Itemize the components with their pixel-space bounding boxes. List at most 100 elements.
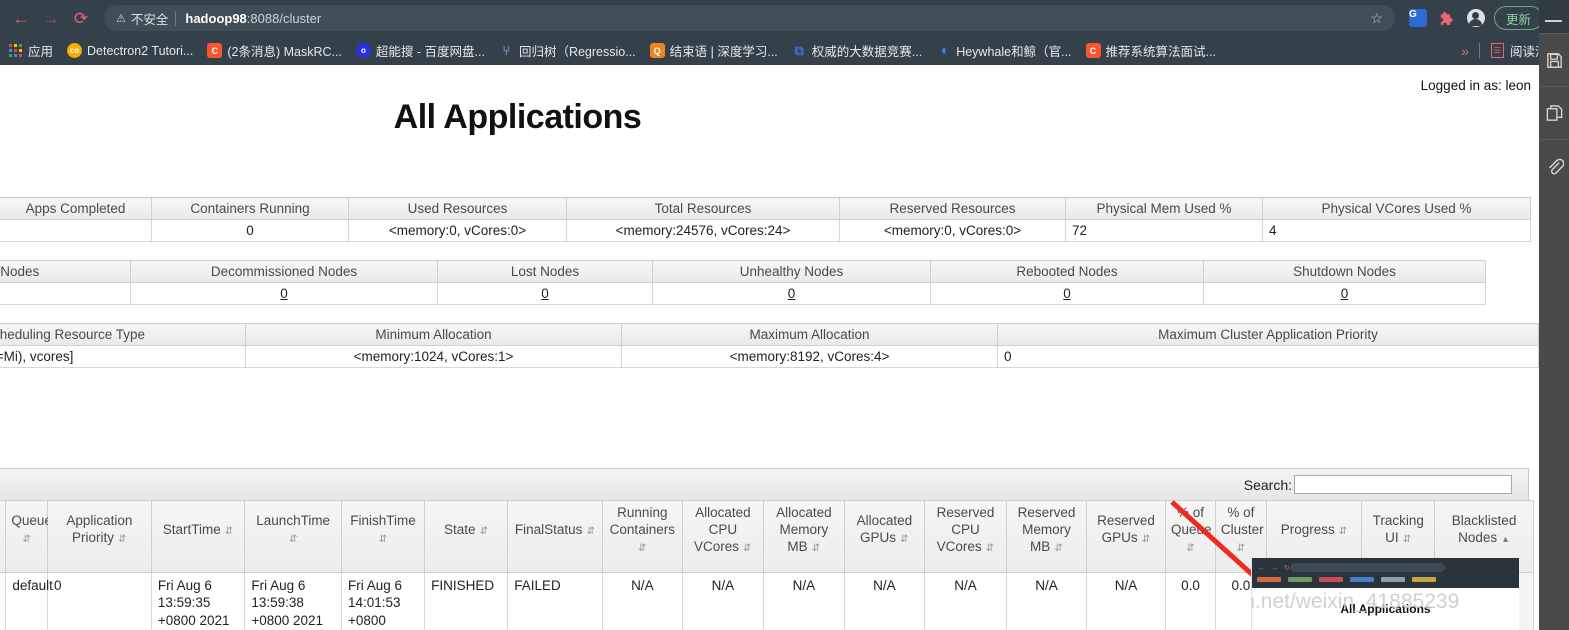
col-minimum-allocation[interactable]: Minimum Allocation <box>245 323 622 346</box>
col-reserved-memory-mb[interactable]: Reserved Memory MB ⇵ <box>1006 500 1088 573</box>
sort-indicator-asc: ▴ <box>1502 534 1508 546</box>
update-button[interactable]: 更新 <box>1493 6 1543 30</box>
col-start-time[interactable]: StartTime ⇵ <box>150 500 246 573</box>
table-header-row: Active Nodes Decommissioned Nodes Lost N… <box>0 260 1486 283</box>
col-physical-vcores-used[interactable]: Physical VCores Used % <box>1262 197 1531 220</box>
reload-button[interactable]: ⟳ <box>68 5 94 31</box>
baidu-icon: o <box>355 43 371 58</box>
col-allocated-gpus[interactable]: Allocated GPUs ⇵ <box>843 500 925 573</box>
col-max-cluster-app-priority[interactable]: Maximum Cluster Application Priority <box>997 323 1539 346</box>
col-maximum-allocation[interactable]: Maximum Allocation <box>621 323 998 346</box>
orange-icon: Q <box>649 43 665 58</box>
bookmarks-bar: 应用 co Detectron2 Tutori... C (2条消息) Mask… <box>0 36 1569 65</box>
sort-indicator: ⇵ <box>1236 542 1246 554</box>
table-row: 0 <memory:0, vCores:0> <memory:24576, vC… <box>0 219 1531 242</box>
cell-rebooted-nodes[interactable]: 0 <box>930 282 1204 305</box>
sort-indicator: ⇵ <box>378 534 388 546</box>
watermark-text: https://blog.csdn.net/weixin_41885239 <box>1252 590 1460 613</box>
bookmark-recsys-interview[interactable]: C 推荐系统算法面试... <box>1085 41 1216 60</box>
bookmark-baidupan[interactable]: o 超能搜 - 百度网盘... <box>355 41 485 60</box>
copy-icon[interactable] <box>1539 87 1569 140</box>
rail-top-tab[interactable] <box>1539 0 1569 34</box>
col-reserved-resources[interactable]: Reserved Resources <box>839 197 1066 220</box>
col-physical-mem-used[interactable]: Physical Mem Used % <box>1065 197 1263 220</box>
col-rebooted-nodes[interactable]: Rebooted Nodes <box>930 260 1204 283</box>
node-metrics-section: Active Nodes Decommissioned Nodes Lost N… <box>0 260 1539 305</box>
right-sidebar-rail <box>1539 0 1569 630</box>
cell-total-resources: <memory:24576, vCores:24> <box>566 219 840 242</box>
col-finish-time[interactable]: FinishTime ⇵ <box>340 500 426 573</box>
col-active-nodes[interactable]: Active Nodes <box>0 260 131 283</box>
browser-chrome: ← → ⟳ ⚠ 不安全 hadoop98:8088/cluster ☆ G 更新… <box>0 0 1569 65</box>
save-icon[interactable] <box>1539 34 1569 87</box>
col-lost-nodes[interactable]: Lost Nodes <box>437 260 653 283</box>
col-launch-time[interactable]: LaunchTime ⇵ <box>244 500 342 573</box>
rebooted-nodes-link[interactable]: 0 <box>1063 286 1071 301</box>
csdn-icon: C <box>207 43 223 58</box>
col-application-priority[interactable]: Application Priority ⇵ <box>46 500 152 573</box>
thumbnail-nav-icons: ← → ↻ <box>1258 565 1292 572</box>
profile-avatar-icon[interactable] <box>1464 6 1488 30</box>
col-reserved-gpus[interactable]: Reserved GPUs ⇵ <box>1086 500 1167 573</box>
col-allocated-memory-mb[interactable]: Allocated Memory MB ⇵ <box>762 500 845 573</box>
bookmark-label: 应用 <box>28 45 54 59</box>
col-reserved-cpu-vcores[interactable]: Reserved CPU VCores ⇵ <box>923 500 1008 573</box>
cell-finish-time: Fri Aug 6 14:01:53 +0800 2021 <box>340 571 426 630</box>
cell-apps-completed <box>0 219 152 242</box>
cell-minimum-allocation: <memory:1024, vCores:1> <box>245 345 622 368</box>
cell-pct-of-queue: 0.0 <box>1165 571 1216 630</box>
bookmark-label: Heywhale和鲸（官... <box>956 45 1072 59</box>
bookmarks-overflow-icon[interactable]: » <box>1461 43 1469 59</box>
decommissioned-nodes-link[interactable]: 0 <box>280 286 288 301</box>
bookmark-label: 结束语 | 深度学习... <box>669 45 778 59</box>
insecure-label: 不安全 <box>130 12 169 27</box>
col-state[interactable]: State ⇵ <box>424 500 509 573</box>
sd-icon: ⧉ <box>794 42 804 58</box>
col-shutdown-nodes[interactable]: Shutdown Nodes <box>1203 260 1486 283</box>
col-containers-running[interactable]: Containers Running <box>151 197 349 220</box>
col-pct-of-queue[interactable]: % of Queue ⇵ <box>1165 500 1216 573</box>
cell-shutdown-nodes[interactable]: 0 <box>1203 282 1486 305</box>
unhealthy-nodes-link[interactable]: 0 <box>788 286 796 301</box>
cluster-metrics-table: Apps Completed Containers Running Used R… <box>0 197 1531 242</box>
cell-lost-nodes[interactable]: 0 <box>437 282 653 305</box>
bookmark-deeplearning[interactable]: Q 结束语 | 深度学习... <box>649 41 778 60</box>
lost-nodes-link[interactable]: 0 <box>541 286 549 301</box>
col-unhealthy-nodes[interactable]: Unhealthy Nodes <box>652 260 931 283</box>
bookmark-bigdata-contest[interactable]: ⧉ 权威的大数据竞赛... <box>792 41 923 60</box>
search-input[interactable] <box>1294 475 1512 494</box>
cell-active-nodes <box>0 282 131 305</box>
cell-reserved-cpu-vcores: N/A <box>923 571 1008 630</box>
back-button[interactable]: ← <box>8 5 34 31</box>
address-bar[interactable]: ⚠ 不安全 hadoop98:8088/cluster ☆ <box>104 5 1395 31</box>
bookmark-star-icon[interactable]: ☆ <box>1370 10 1383 27</box>
col-scheduling-resource-type[interactable]: Scheduling Resource Type <box>0 323 246 346</box>
col-decommissioned-nodes[interactable]: Decommissioned Nodes <box>130 260 438 283</box>
cell-decommissioned-nodes[interactable]: 0 <box>130 282 438 305</box>
extensions-puzzle-icon[interactable] <box>1435 6 1459 30</box>
bookmark-heywhale[interactable]: ◖ Heywhale和鲸（官... <box>936 41 1071 60</box>
bookmark-apps[interactable]: 应用 <box>9 41 53 60</box>
col-total-resources[interactable]: Total Resources <box>566 197 840 220</box>
scheduler-metrics-table: Scheduling Resource Type Minimum Allocat… <box>0 323 1539 368</box>
col-apps-completed[interactable]: Apps Completed <box>0 197 152 220</box>
translate-extension-icon[interactable]: G <box>1406 6 1430 30</box>
sort-indicator: ⇵ <box>224 525 234 537</box>
shutdown-nodes-link[interactable]: 0 <box>1341 286 1349 301</box>
col-allocated-cpu-vcores[interactable]: Allocated CPU VCores ⇵ <box>681 500 764 573</box>
sort-indicator: ⇵ <box>638 542 647 554</box>
forward-button[interactable]: → <box>38 5 64 31</box>
col-queue[interactable]: Queue ⇵ <box>5 500 52 573</box>
cell-unhealthy-nodes[interactable]: 0 <box>652 282 931 305</box>
bookmark-label: 权威的大数据竞赛... <box>811 45 923 59</box>
bookmark-detectron2[interactable]: co Detectron2 Tutori... <box>67 43 193 58</box>
col-final-status[interactable]: FinalStatus ⇵ <box>507 500 603 573</box>
bookmark-maskrcnn[interactable]: C (2条消息) MaskRC... <box>207 41 342 60</box>
bookmark-regression-tree[interactable]: ⑂ 回归树（Regressio... <box>499 41 636 60</box>
reading-list-icon: ☰ <box>1490 43 1504 58</box>
attachment-icon[interactable] <box>1539 140 1569 193</box>
col-running-containers[interactable]: Running Containers ⇵ <box>601 500 683 573</box>
warning-icon: ⚠ <box>116 12 126 25</box>
cell-max-cluster-app-priority: 0 <box>997 345 1539 368</box>
col-used-resources[interactable]: Used Resources <box>348 197 567 220</box>
